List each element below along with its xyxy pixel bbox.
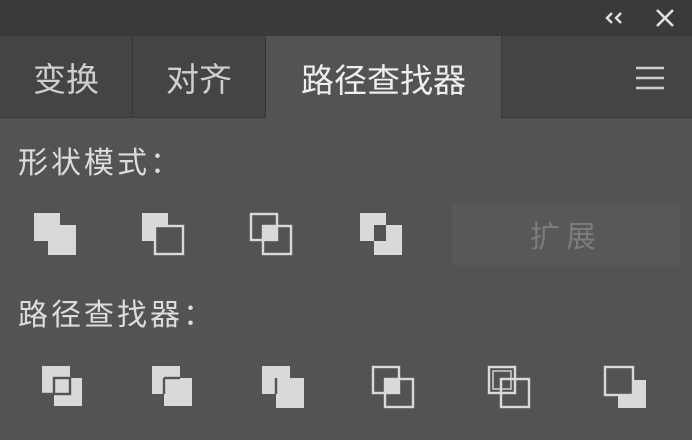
expand-button[interactable]: 扩展 bbox=[452, 203, 680, 265]
crop-button[interactable] bbox=[362, 356, 426, 420]
exclude-button[interactable] bbox=[350, 203, 414, 267]
tab-transform[interactable]: 变换 bbox=[0, 36, 133, 118]
tab-align[interactable]: 对齐 bbox=[133, 36, 266, 118]
intersect-button[interactable] bbox=[240, 203, 304, 267]
minus-front-button[interactable] bbox=[132, 203, 196, 267]
minus-back-button[interactable] bbox=[594, 356, 658, 420]
merge-icon bbox=[262, 366, 304, 408]
outline-button[interactable] bbox=[478, 356, 542, 420]
intersect-icon bbox=[249, 212, 293, 256]
shape-modes-label: 形状模式： bbox=[18, 146, 183, 181]
minus-back-icon bbox=[603, 365, 646, 408]
trim-button[interactable] bbox=[142, 356, 206, 420]
unite-button[interactable] bbox=[24, 203, 88, 267]
double-chevron-left-icon bbox=[605, 12, 622, 24]
outline-icon bbox=[487, 365, 531, 409]
trim-icon bbox=[152, 366, 192, 406]
tab-pathfinder[interactable]: 路径查找器 bbox=[266, 36, 502, 119]
unite-icon bbox=[34, 213, 76, 255]
exclude-icon bbox=[360, 213, 402, 255]
close-panel-button[interactable] bbox=[650, 6, 680, 30]
crop-icon bbox=[371, 365, 415, 409]
minus-front-icon bbox=[142, 213, 185, 256]
panel-tab-bar: 变换 对齐 路径查找器 bbox=[0, 36, 692, 119]
merge-button[interactable] bbox=[252, 356, 316, 420]
divide-button[interactable] bbox=[32, 356, 96, 420]
collapse-panel-button[interactable] bbox=[600, 6, 630, 30]
panel-menu-button[interactable] bbox=[630, 58, 670, 98]
divide-icon bbox=[42, 366, 82, 406]
panel-title-bar bbox=[0, 0, 692, 36]
close-icon bbox=[656, 9, 674, 27]
pathfinders-label: 路径查找器： bbox=[18, 298, 216, 333]
hamburger-menu-icon bbox=[636, 66, 664, 90]
